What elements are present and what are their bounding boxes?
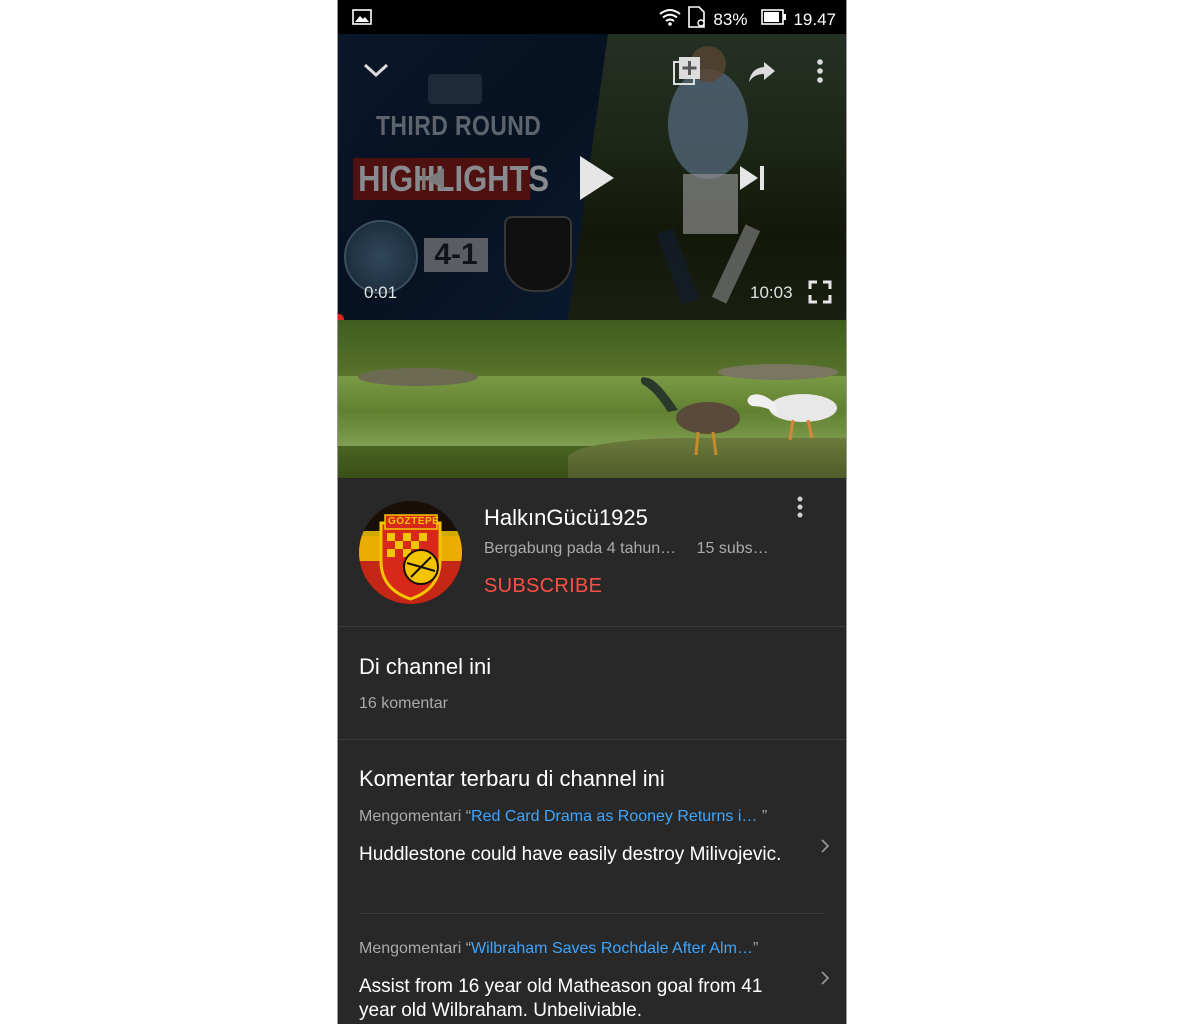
on-channel-count[interactable]: 16 komentar xyxy=(359,695,448,713)
comment-suffix: ” xyxy=(757,808,768,825)
collapse-chevron-icon[interactable] xyxy=(362,60,390,85)
channel-joined: Bergabung pada 4 tahun… xyxy=(484,540,677,557)
avatar[interactable]: GÖZTEPE xyxy=(359,501,462,604)
divider xyxy=(338,739,846,740)
avatar-logo-text: GÖZTEPE xyxy=(388,516,440,527)
video-duration: 10:03 xyxy=(750,283,793,302)
channel-more-icon[interactable] xyxy=(796,496,804,523)
clock: 19.47 xyxy=(793,9,836,29)
share-icon[interactable] xyxy=(748,60,776,89)
previous-icon[interactable] xyxy=(420,166,446,197)
comment-prefix: Mengomentari “ xyxy=(359,808,472,825)
video-player[interactable]: THIRD ROUND HIGHLIGHTS 4-1 0:01 10:03 xyxy=(338,34,846,320)
video-link[interactable]: Wilbraham Saves Rochdale After Alm… xyxy=(471,940,753,957)
play-icon[interactable] xyxy=(578,154,616,207)
comment-text: Assist from 16 year old Matheason goal f… xyxy=(359,976,763,1021)
current-time: 0:01 xyxy=(364,283,398,302)
fullscreen-icon[interactable] xyxy=(808,280,832,309)
channel-name: HalkınGücü1925 xyxy=(484,505,648,530)
comment-suffix: ” xyxy=(752,940,759,957)
channel-meta: Bergabung pada 4 tahun… 15 subs… xyxy=(484,540,769,558)
next-icon[interactable] xyxy=(738,164,766,197)
gallery-icon xyxy=(352,9,372,30)
comment-text: Huddlestone could have easily destroy Mi… xyxy=(359,844,782,865)
wifi-icon xyxy=(659,8,682,31)
chevron-right-icon[interactable] xyxy=(820,970,830,991)
battery-icon xyxy=(761,9,787,30)
comment-prefix: Mengomentari “ xyxy=(359,940,472,957)
divider xyxy=(359,913,825,914)
add-to-playlist-icon[interactable] xyxy=(672,56,702,91)
chevron-right-icon[interactable] xyxy=(820,838,830,859)
divider xyxy=(338,626,846,627)
comment-reference: Mengomentari “Red Card Drama as Rooney R… xyxy=(359,808,799,826)
battery-percent: 83% xyxy=(713,9,748,29)
ducks-illustration xyxy=(640,377,837,456)
subscribe-button[interactable]: SUBSCRIBE xyxy=(484,575,602,598)
recent-comments-title: Komentar terbaru di channel ini xyxy=(359,766,665,791)
status-bar: 83% 19.47 xyxy=(338,0,846,34)
channel-banner-video[interactable] xyxy=(338,320,846,478)
on-channel-title: Di channel ini xyxy=(359,654,492,679)
video-link[interactable]: Red Card Drama as Rooney Returns i… xyxy=(471,808,757,825)
channel-header: GÖZTEPE HalkınGücü1925 Bergabung pada 4 … xyxy=(338,478,846,626)
channel-subscribers: 15 subs… xyxy=(696,540,769,557)
phone-screen: 83% 19.47 THIRD ROUND HIGHLIGHTS 4-1 0:0… xyxy=(337,0,847,1024)
sim-icon xyxy=(687,6,707,33)
comment-reference: Mengomentari “Wilbraham Saves Rochdale A… xyxy=(359,940,799,958)
more-options-icon[interactable] xyxy=(816,58,824,89)
